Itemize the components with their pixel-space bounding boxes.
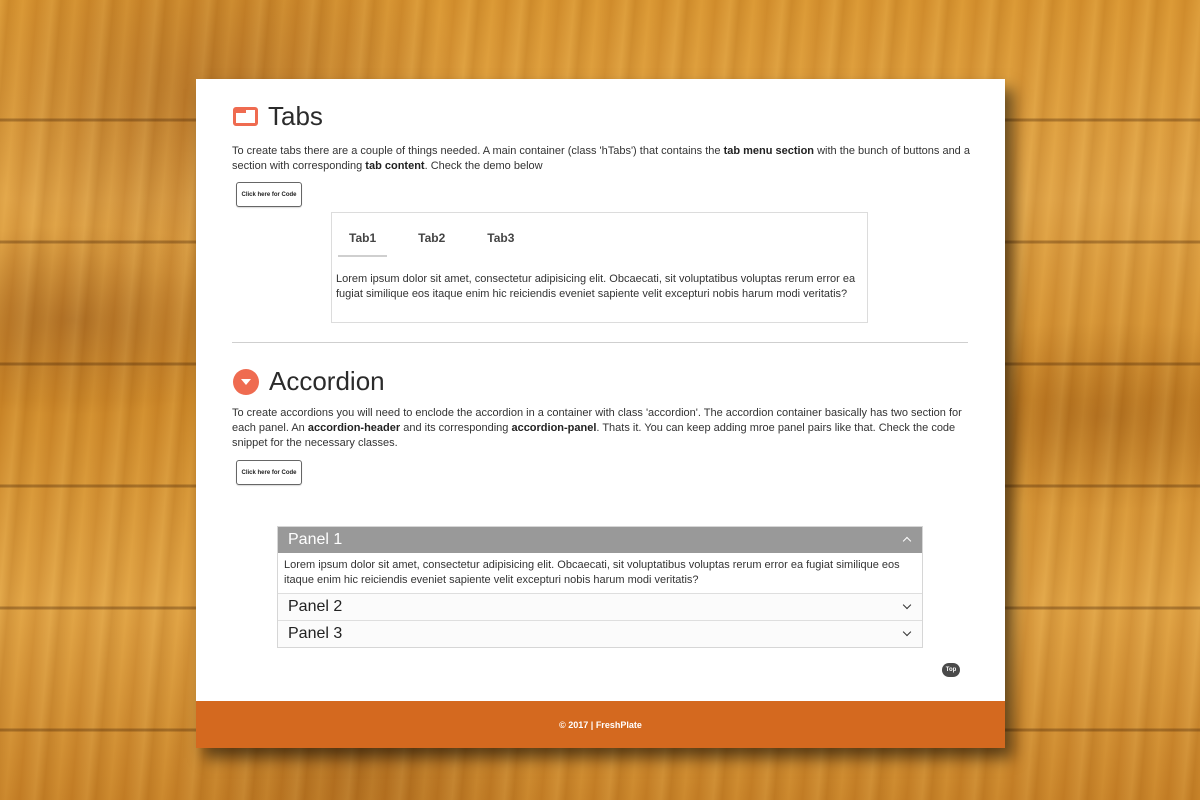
accordion-desc-text-2: and its corresponding [400,422,512,434]
tabs-description: To create tabs there are a couple of thi… [232,144,972,174]
caret-down-circle-icon [233,368,259,395]
footer-copyright: © 2017 | FreshPlate [559,719,642,730]
tabs-desc-bold-2: tab content [365,160,425,172]
panel-1-title: Panel 1 [288,531,343,548]
accordion-panel-1: Lorem ipsum dolor sit amet, consectetur … [278,553,922,593]
accordion-desc-bold-2: accordion-panel [511,422,597,434]
tabs-desc-text-3: . Check the demo below [424,160,543,172]
tabs-title: Tabs [268,101,323,131]
chevron-down-icon [902,600,912,610]
tabs-desc-text-1: To create tabs there are a couple of thi… [232,145,724,157]
panel-2-title: Panel 2 [288,598,343,615]
tab-menu: Tab1 Tab2 Tab3 [338,227,545,257]
section-divider [232,342,968,343]
accordion-title: Accordion [269,366,385,396]
accordion-code-button[interactable]: Click here for Code [236,460,302,485]
tabs-icon [233,107,258,126]
accordion-header-panel-1[interactable]: Panel 1 [278,527,922,553]
accordion-heading: Accordion [233,366,385,397]
panel-3-title: Panel 3 [288,625,343,642]
accordion-header-panel-3[interactable]: Panel 3 [278,620,922,647]
footer: © 2017 | FreshPlate [196,701,1005,748]
tab-3[interactable]: Tab3 [476,227,525,257]
tabs-code-button[interactable]: Click here for Code [236,182,302,207]
tab-content: Lorem ipsum dolor sit amet, consectetur … [336,273,856,300]
back-to-top-button[interactable]: Top [942,663,960,677]
accordion: Panel 1 Lorem ipsum dolor sit amet, cons… [277,526,923,648]
tabs-heading: Tabs [233,101,323,132]
tabs-desc-bold-1: tab menu section [723,145,815,157]
tab-2[interactable]: Tab2 [407,227,456,257]
accordion-description: To create accordions you will need to en… [232,406,972,451]
chevron-up-icon [902,536,912,546]
tab-1[interactable]: Tab1 [338,227,388,257]
accordion-header-panel-2[interactable]: Panel 2 [278,593,922,620]
chevron-down-icon [902,627,912,637]
accordion-desc-bold-1: accordion-header [307,422,401,434]
tabs-demo: Tab1 Tab2 Tab3 Lorem ipsum dolor sit ame… [331,212,868,323]
content-page: Tabs To create tabs there are a couple o… [196,79,1005,748]
